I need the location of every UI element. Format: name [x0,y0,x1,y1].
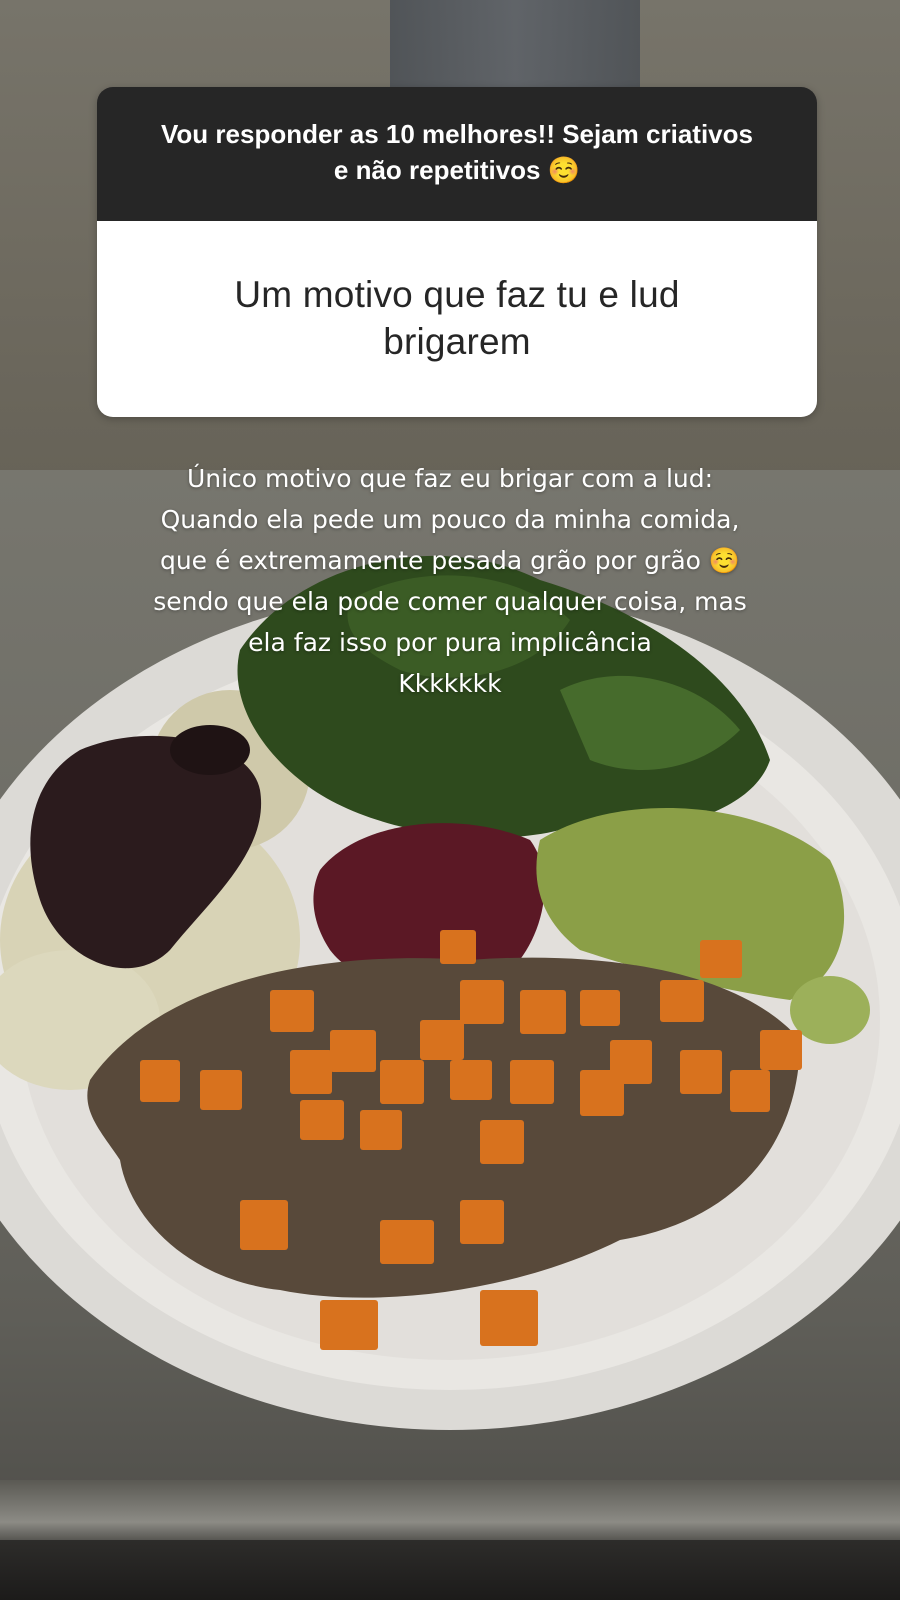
question-sticker[interactable]: Vou responder as 10 melhores!! Sejam cri… [97,87,817,417]
question-text: Um motivo que faz tu e lud brigarem [234,274,680,362]
answer-line: sendo que ela pode comer qualquer coisa,… [153,587,747,616]
question-sticker-prompt: Vou responder as 10 melhores!! Sejam cri… [161,119,753,185]
question-sticker-body: Um motivo que faz tu e lud brigarem [97,221,817,417]
answer-line: Kkkkkkk [398,669,502,698]
question-sticker-header: Vou responder as 10 melhores!! Sejam cri… [97,87,817,221]
answer-line: que é extremamente pesada grão por grão … [159,546,741,575]
answer-text: Único motivo que faz eu brigar com a lud… [60,458,840,704]
background-glass [390,0,640,90]
answer-line: Único motivo que faz eu brigar com a lud… [186,464,714,493]
bottom-shadow [0,1540,900,1600]
story-screen: Vou responder as 10 melhores!! Sejam cri… [0,0,900,1600]
answer-line: Quando ela pede um pouco da minha comida… [160,505,740,534]
answer-line: ela faz isso por pura implicância [248,628,652,657]
